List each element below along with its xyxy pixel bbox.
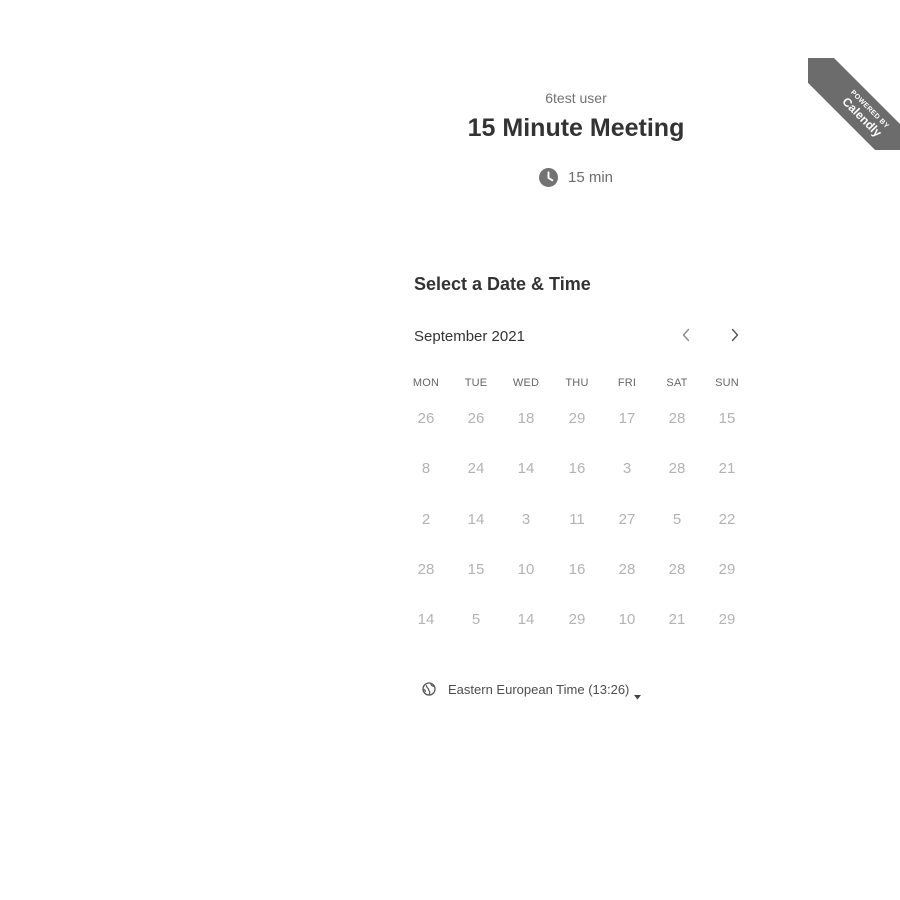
duration-row: 15 min <box>539 167 613 187</box>
chevron-right-icon <box>730 328 740 347</box>
chevron-left-icon <box>681 328 691 347</box>
calendar-day: 21 <box>718 460 736 477</box>
duration-label: 15 min <box>568 168 614 186</box>
event-title: 15 Minute Meeting <box>467 114 685 142</box>
powered-by-ribbon[interactable]: POWERED BY Calendly <box>808 58 900 150</box>
calendar-day: 5 <box>471 611 481 628</box>
calendar-day: 29 <box>718 611 736 628</box>
calendar-day: 8 <box>421 460 431 477</box>
calendar-day: 3 <box>521 511 531 528</box>
calendar-day: 3 <box>622 460 632 477</box>
calendar-day: 15 <box>467 561 485 578</box>
weekday-sun: SUN <box>715 377 739 389</box>
calendar-day: 11 <box>569 511 585 528</box>
owner-name: 6test user <box>545 90 607 106</box>
calendar-day: 26 <box>417 410 435 427</box>
calendar-day: 29 <box>568 410 586 427</box>
calendar-day: 10 <box>618 611 636 628</box>
calendar-day: 2 <box>421 511 431 528</box>
weekday-thu: THU <box>565 377 589 389</box>
calendar-day: 26 <box>467 410 485 427</box>
calendar-day: 29 <box>568 611 586 628</box>
weekday-sat: SAT <box>666 377 688 389</box>
month-label: September 2021 <box>414 328 525 345</box>
powered-by-badge[interactable]: POWERED BY Calendly <box>808 58 900 150</box>
calendar-day: 22 <box>718 511 736 528</box>
calendar-day: 28 <box>668 460 686 477</box>
calendar-day: 14 <box>517 611 535 628</box>
calendar-day: 14 <box>417 611 435 628</box>
calendar-day: 24 <box>467 460 485 477</box>
weekday-mon: MON <box>412 377 440 389</box>
calendar-day: 16 <box>568 561 586 578</box>
calendar-day: 14 <box>467 511 485 528</box>
calendar-day: 27 <box>618 511 636 528</box>
calendar-day: 28 <box>668 410 686 427</box>
next-month-button[interactable] <box>724 326 746 348</box>
calendar-day: 10 <box>517 561 535 578</box>
caret-down-icon <box>634 687 642 699</box>
calendar-day: 14 <box>517 460 535 477</box>
section-title: Select a Date & Time <box>414 274 591 294</box>
calendar-day: 28 <box>668 561 686 578</box>
calendar-day: 16 <box>568 460 586 477</box>
calendar-day: 17 <box>618 410 636 427</box>
clock-icon <box>539 167 558 187</box>
weekday-fri: FRI <box>617 377 637 389</box>
calendar-day: 18 <box>517 410 535 427</box>
calendar-day: 28 <box>417 561 435 578</box>
timezone-selector[interactable]: Eastern European Time (13:26) <box>422 680 642 699</box>
timezone-label: Eastern European Time (13:26) <box>448 681 630 697</box>
calendar-day: 15 <box>718 410 736 427</box>
weekday-tue: TUE <box>464 377 488 389</box>
weekday-wed: WED <box>512 377 540 389</box>
previous-month-button[interactable] <box>675 326 697 348</box>
calendar-day: 28 <box>618 561 636 578</box>
calendar-day: 5 <box>672 511 682 528</box>
globe-icon <box>422 682 436 696</box>
calendar-day: 29 <box>718 561 736 578</box>
calendar-day: 21 <box>668 611 686 628</box>
booking-page: POWERED BY Calendly 6test user 15 Minute… <box>0 0 900 900</box>
